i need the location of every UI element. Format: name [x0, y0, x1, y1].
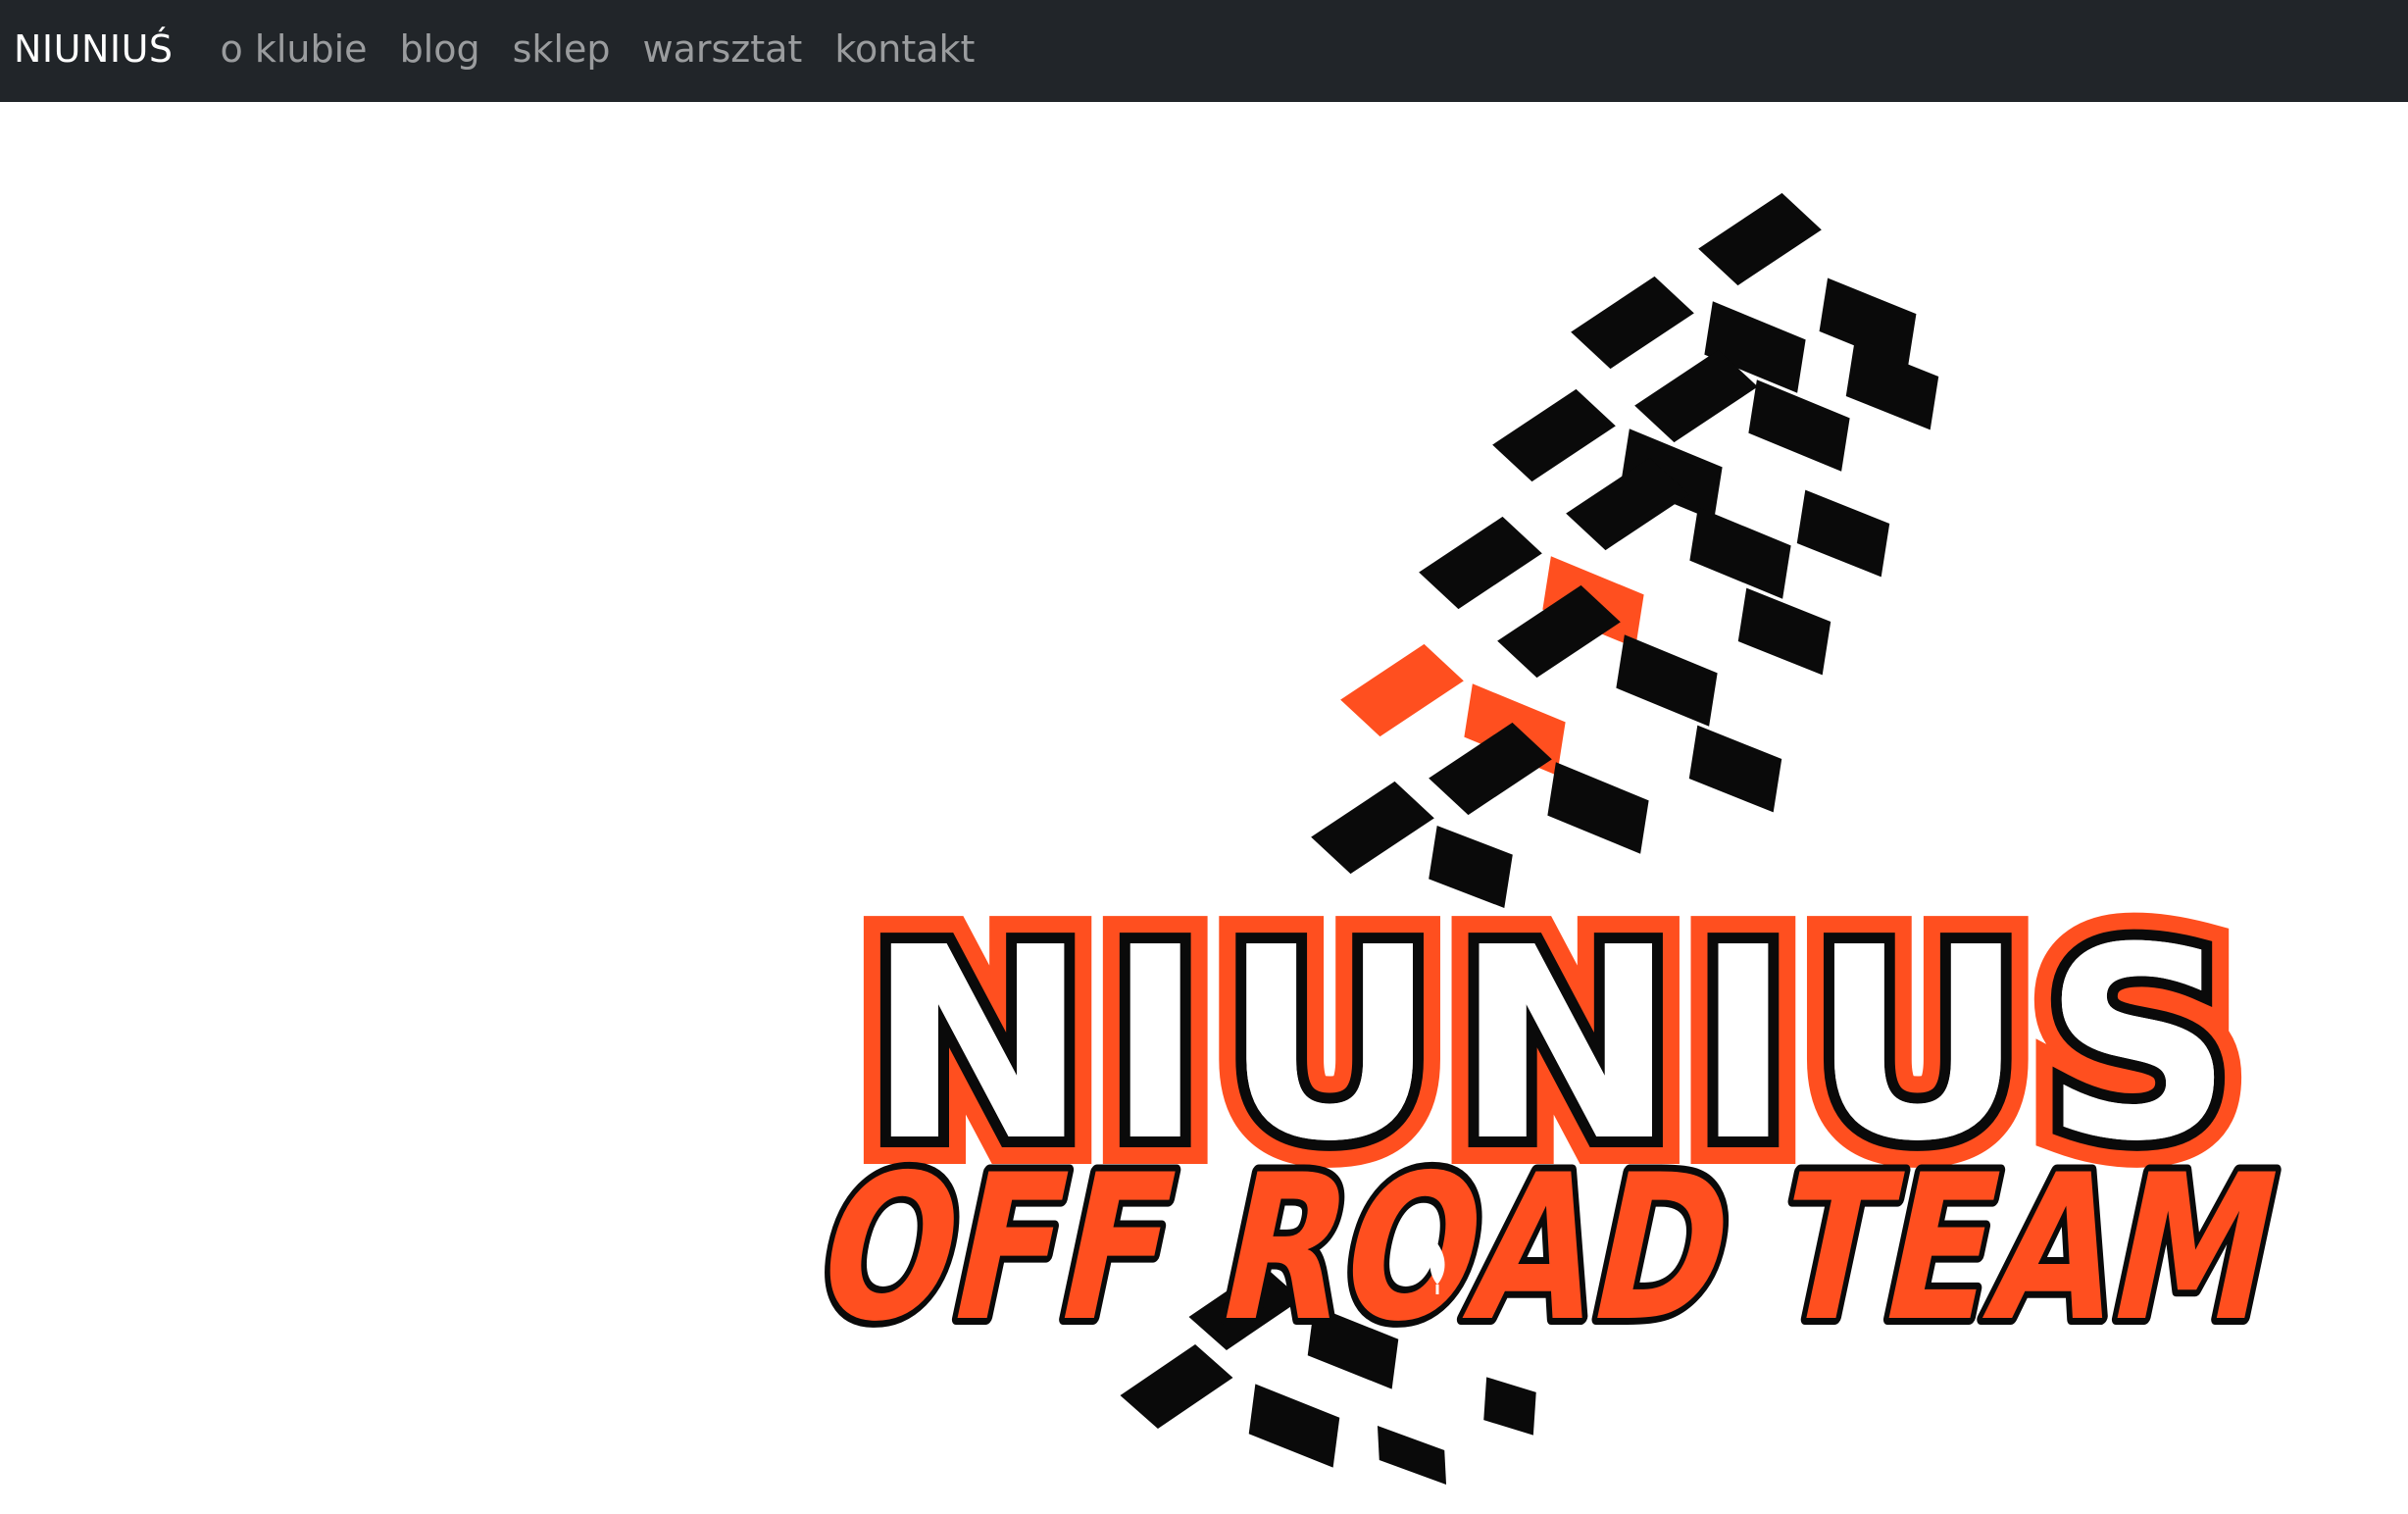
tread-block [1377, 1426, 1447, 1485]
team-logo: NIUNIUS NIUNIUS NIUNIUS OFF ROAD TEAM [794, 192, 2305, 1485]
nav-link-blog[interactable]: blog [400, 30, 480, 68]
logo-subtitle-text: OFF ROAD TEAM [800, 1132, 2299, 1366]
nav-link-kontakt[interactable]: kontakt [834, 30, 975, 68]
nav-links: o klubie blog sklep warsztat kontakt [221, 30, 1008, 70]
tread-block [1571, 276, 1694, 370]
logo-subtitle: OFF ROAD TEAM [794, 1126, 2305, 1372]
nav-link-warsztat[interactable]: warsztat [643, 30, 803, 68]
nav-link-sklep[interactable]: sklep [513, 30, 611, 68]
top-navbar: NIUNIUŚ o klubie blog sklep warsztat kon… [0, 0, 2408, 102]
tread-block [1340, 643, 1464, 737]
tread-block [1616, 634, 1718, 727]
tread-block [1311, 781, 1434, 875]
nav-link-o-klubie[interactable]: o klubie [221, 30, 368, 68]
tread-block [1248, 1384, 1340, 1468]
tread-block [1419, 516, 1542, 610]
tread-block [1689, 507, 1791, 599]
tread-block [1492, 388, 1616, 482]
brand-link[interactable]: NIUNIUŚ [14, 30, 174, 68]
tread-block [1688, 725, 1782, 813]
tread-block [1483, 1377, 1536, 1436]
tread-block [1737, 587, 1831, 676]
tread-block [1796, 489, 1890, 578]
tread-block [1698, 192, 1822, 286]
hero-section: NIUNIUS NIUNIUS NIUNIUS OFF ROAD TEAM [0, 102, 2408, 1514]
